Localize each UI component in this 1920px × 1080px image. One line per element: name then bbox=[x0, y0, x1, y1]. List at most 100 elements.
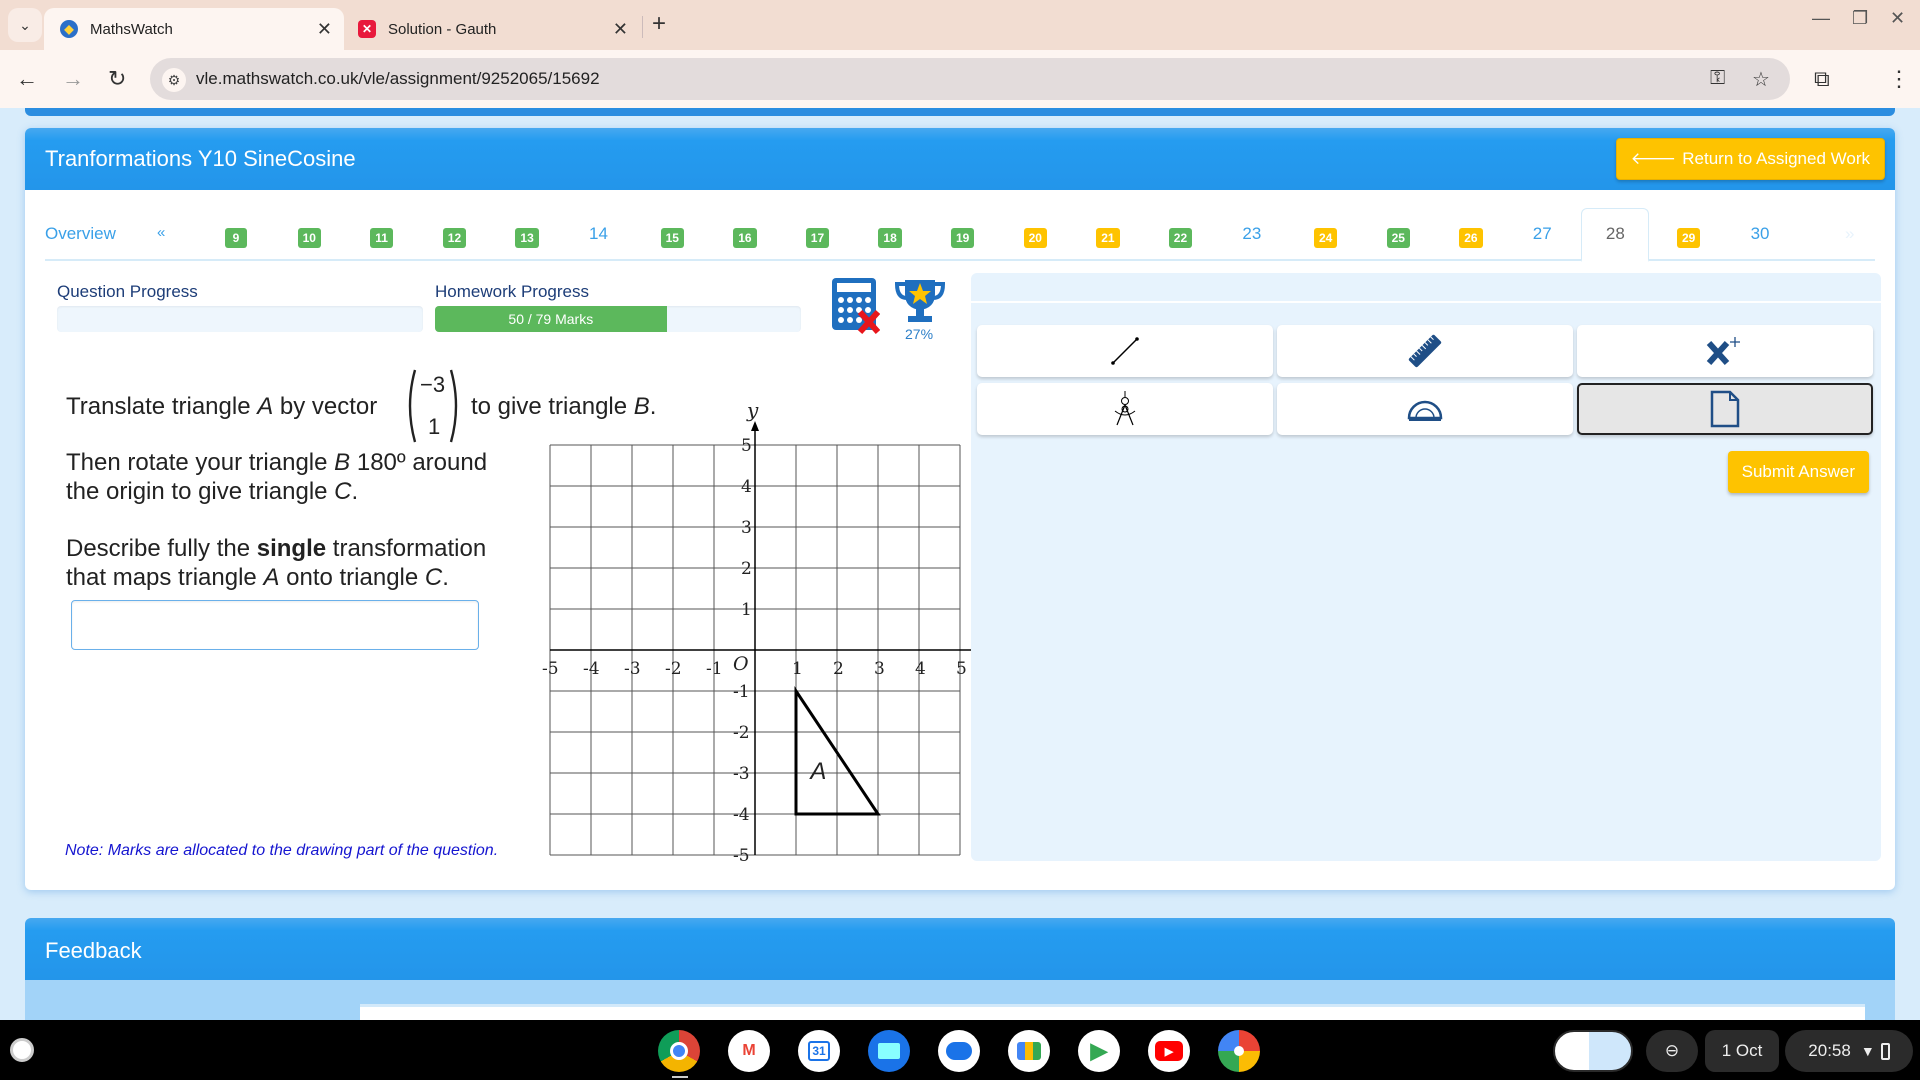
line-tool-button[interactable] bbox=[977, 325, 1273, 377]
close-tab-icon[interactable]: ✕ bbox=[317, 19, 332, 40]
next-page-link[interactable]: » bbox=[1845, 224, 1854, 244]
page-tool-button[interactable] bbox=[1577, 383, 1873, 435]
y-tick-label: 5 bbox=[741, 436, 752, 456]
question-nav-23[interactable]: 23 bbox=[1242, 224, 1261, 244]
answer-input[interactable] bbox=[71, 600, 479, 650]
active-app-indicator bbox=[672, 1076, 688, 1078]
ruler-icon bbox=[1408, 334, 1442, 368]
coordinate-grid[interactable]: xyO-5-4-3-2-11234554321-1-2-3-4-5A bbox=[510, 405, 980, 875]
site-info-icon[interactable]: ⚙ bbox=[162, 68, 186, 92]
play-store-app-icon[interactable]: ▶ bbox=[1078, 1030, 1120, 1072]
question-nav-13[interactable]: 13 bbox=[515, 228, 539, 248]
status-tray[interactable]: 20:58 ▼ bbox=[1785, 1030, 1913, 1072]
vector-top: −3 bbox=[420, 372, 446, 397]
assignment-title: Tranformations Y10 SineCosine bbox=[45, 146, 356, 171]
feedback-section: Feedback bbox=[25, 918, 1895, 1024]
tab-search-button[interactable]: ⌄ bbox=[8, 8, 42, 42]
protractor-tool-button[interactable] bbox=[1277, 383, 1573, 435]
question-nav-27[interactable]: 27 bbox=[1533, 224, 1552, 244]
homework-progress-bar: 50 / 79 Marks bbox=[435, 306, 801, 332]
do-not-disturb-button[interactable]: ⊖ bbox=[1646, 1030, 1698, 1072]
question-nav-11[interactable]: 11 bbox=[370, 228, 393, 248]
chrome-app-icon[interactable] bbox=[658, 1030, 700, 1072]
wifi-icon: ▼ bbox=[1860, 1043, 1875, 1059]
reload-icon[interactable]: ↻ bbox=[108, 66, 126, 92]
tab-gauth[interactable]: ✕ Solution - Gauth ✕ bbox=[350, 8, 640, 50]
question-nav-14[interactable]: 14 bbox=[589, 224, 608, 244]
holding-space-tray[interactable] bbox=[1553, 1030, 1633, 1072]
tab-divider bbox=[642, 16, 643, 38]
compass-tool-button[interactable] bbox=[977, 383, 1273, 435]
question-nav-12[interactable]: 12 bbox=[442, 228, 467, 248]
prev-page-link[interactable]: « bbox=[157, 224, 165, 241]
address-bar[interactable]: ⚙ vle.mathswatch.co.uk/vle/assignment/92… bbox=[150, 58, 1790, 100]
question-nav-9[interactable]: 9 bbox=[225, 228, 247, 248]
url-text[interactable]: vle.mathswatch.co.uk/vle/assignment/9252… bbox=[196, 69, 600, 89]
messages-app-icon[interactable] bbox=[938, 1030, 980, 1072]
x-tick-label: -1 bbox=[706, 659, 723, 679]
protractor-icon bbox=[1407, 400, 1443, 421]
overview-link[interactable]: Overview bbox=[45, 224, 116, 244]
restore-icon[interactable]: ❐ bbox=[1852, 8, 1868, 29]
vector-bottom: 1 bbox=[428, 414, 441, 439]
question-nav-26[interactable]: 26 bbox=[1459, 228, 1483, 248]
question-nav-30[interactable]: 30 bbox=[1751, 224, 1770, 244]
marks-note: Note: Marks are allocated to the drawing… bbox=[65, 842, 499, 859]
question-nav-21[interactable]: 21 bbox=[1096, 228, 1120, 248]
password-key-icon[interactable]: ⚿ bbox=[1710, 67, 1725, 90]
new-tab-button[interactable]: + bbox=[652, 10, 666, 38]
extensions-icon[interactable]: ⧉ bbox=[1814, 66, 1830, 92]
question-nav-18[interactable]: 18 bbox=[878, 228, 902, 248]
question-progress-bar bbox=[57, 306, 423, 332]
os-taskbar: M 31 ▶ ▶ ⊖ 1 Oct 20:58 ▼ bbox=[0, 1020, 1920, 1080]
youtube-app-icon[interactable]: ▶ bbox=[1148, 1030, 1190, 1072]
y-tick-label: 4 bbox=[741, 477, 752, 497]
top-banner-edge bbox=[25, 108, 1895, 116]
origin-label: O bbox=[733, 653, 749, 675]
close-tab-icon[interactable]: ✕ bbox=[613, 19, 628, 40]
calendar-app-icon[interactable]: 31 bbox=[798, 1030, 840, 1072]
compass-icon bbox=[1114, 391, 1136, 426]
y-axis-label: y bbox=[746, 405, 759, 422]
homework-progress-fill: 50 / 79 Marks bbox=[435, 306, 667, 332]
y-tick-label: -4 bbox=[733, 805, 750, 825]
x-tick-label: -2 bbox=[665, 659, 682, 679]
meet-app-icon[interactable] bbox=[1008, 1030, 1050, 1072]
return-to-assigned-work-button[interactable]: 🡐 Return to Assigned Work bbox=[1615, 138, 1885, 180]
question-nav-16[interactable]: 16 bbox=[733, 228, 757, 248]
question-nav-19[interactable]: 19 bbox=[951, 228, 975, 248]
submit-answer-button[interactable]: Submit Answer bbox=[1727, 451, 1869, 493]
date-display[interactable]: 1 Oct bbox=[1705, 1030, 1779, 1072]
menu-icon[interactable]: ⋮ bbox=[1888, 66, 1910, 92]
launcher-button[interactable] bbox=[10, 1038, 34, 1062]
tab-title: MathsWatch bbox=[90, 20, 173, 38]
minimize-icon[interactable]: — bbox=[1812, 8, 1830, 29]
close-window-icon[interactable]: ✕ bbox=[1890, 8, 1905, 29]
ruler-tool-button[interactable] bbox=[1277, 325, 1573, 377]
mathswatch-icon: ◆ bbox=[60, 20, 78, 38]
question-nav-25[interactable]: 25 bbox=[1386, 228, 1410, 248]
question-nav-10[interactable]: 10 bbox=[297, 228, 321, 248]
back-icon[interactable]: ← bbox=[16, 66, 38, 92]
question-nav-15[interactable]: 15 bbox=[660, 228, 684, 248]
question-nav-24[interactable]: 24 bbox=[1314, 228, 1338, 248]
question-nav-28[interactable]: 28 bbox=[1581, 208, 1650, 262]
photos-app-icon[interactable] bbox=[1218, 1030, 1260, 1072]
cross-tool-button[interactable] bbox=[1577, 325, 1873, 377]
gmail-app-icon[interactable]: M bbox=[728, 1030, 770, 1072]
question-paragraph-3: Describe fully the single transformation… bbox=[66, 535, 487, 591]
arrow-left-icon: 🡐 bbox=[1630, 149, 1677, 168]
bookmark-star-icon[interactable]: ☆ bbox=[1752, 67, 1770, 92]
tab-mathswatch[interactable]: ◆ MathsWatch ✕ bbox=[44, 8, 344, 50]
forward-icon[interactable]: → bbox=[62, 66, 84, 92]
y-tick-label: -1 bbox=[733, 682, 750, 702]
y-tick-label: 2 bbox=[741, 559, 752, 579]
question-nav-17[interactable]: 17 bbox=[805, 228, 830, 248]
y-tick-label: -3 bbox=[733, 764, 750, 784]
question-nav-22[interactable]: 22 bbox=[1168, 228, 1193, 248]
question-nav-20[interactable]: 20 bbox=[1023, 228, 1047, 248]
question-navigation: Overview « 9 10 11 12 13 14 15 16 17 18 19 20 21 22 23… bbox=[45, 208, 1875, 262]
x-tick-label: -4 bbox=[583, 659, 600, 679]
files-app-icon[interactable] bbox=[868, 1030, 910, 1072]
question-nav-29[interactable]: 29 bbox=[1677, 228, 1701, 248]
